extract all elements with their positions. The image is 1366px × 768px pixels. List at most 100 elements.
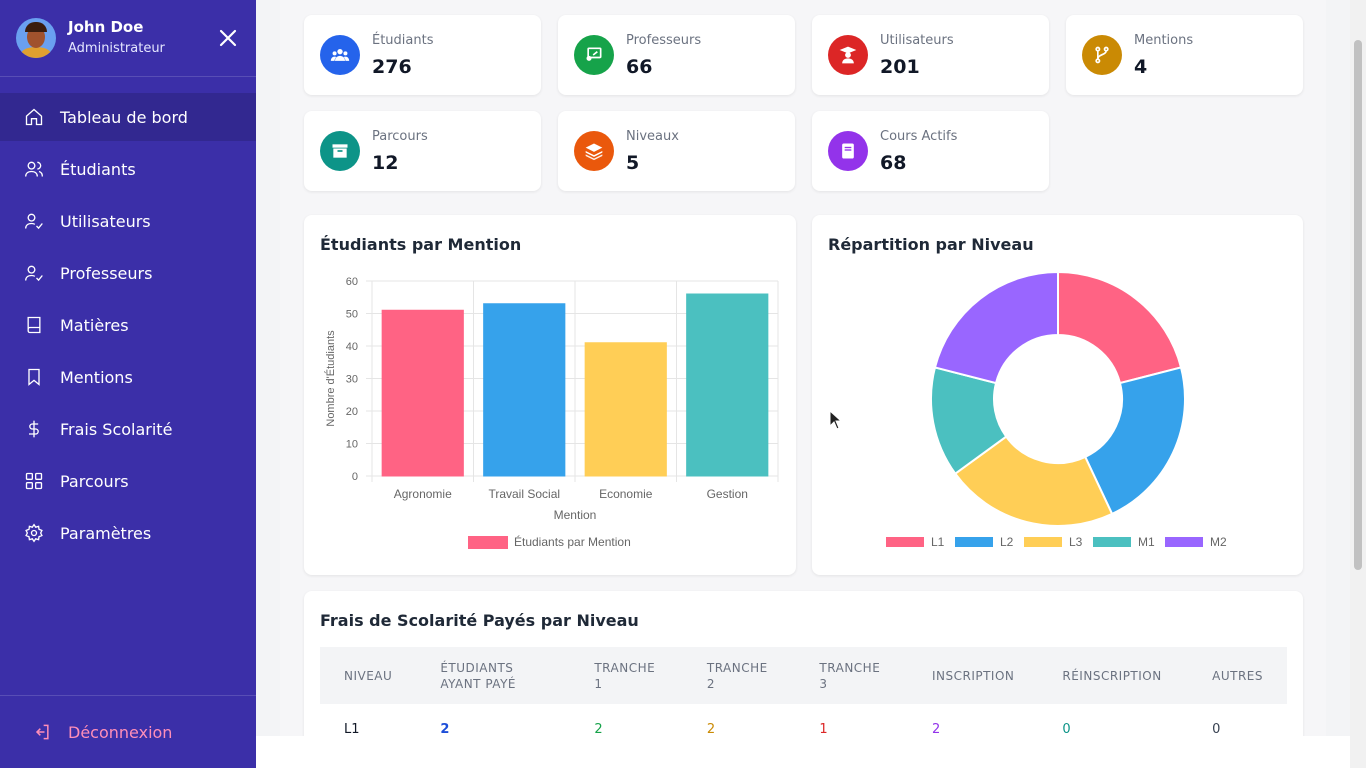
main-content: Étudiants 276 Professeurs 66 Utilisateur… <box>280 0 1326 768</box>
legend-swatch <box>886 537 924 547</box>
y-tick-label: 10 <box>346 439 358 451</box>
scrollbar[interactable] <box>1350 0 1366 768</box>
legend-label: M1 <box>1138 535 1155 549</box>
stat-value: 5 <box>626 152 640 174</box>
stat-card-students[interactable]: Étudiants 276 <box>304 15 541 95</box>
stat-label: Cours Actifs <box>880 129 958 144</box>
sidebar-item-fees[interactable]: Frais Scolarité <box>0 405 256 453</box>
sidebar-item-label: Étudiants <box>60 159 136 179</box>
fees-title: Frais de Scolarité Payés par Niveau <box>320 611 639 630</box>
legend-swatch <box>1165 537 1203 547</box>
pie-slice <box>1057 270 1183 385</box>
column-header: AUTRES <box>1212 668 1263 683</box>
x-tick-label: Economie <box>599 487 653 501</box>
column-header: TRANCHE 1 <box>594 660 656 691</box>
sidebar-item-label: Parcours <box>60 471 129 491</box>
bar <box>483 303 566 477</box>
logout-button[interactable]: Déconnexion <box>0 695 256 768</box>
stat-card-teachers[interactable]: Professeurs 66 <box>558 15 795 95</box>
users-icon <box>320 35 360 75</box>
branch-icon <box>1082 35 1122 75</box>
sidebar-item-label: Tableau de bord <box>60 107 188 127</box>
stat-label: Étudiants <box>372 33 434 48</box>
y-tick-label: 30 <box>346 374 358 386</box>
close-sidebar-button[interactable] <box>216 26 240 50</box>
bottom-strip <box>256 736 1366 768</box>
y-tick-label: 60 <box>346 276 358 288</box>
stat-label: Niveaux <box>626 129 679 144</box>
bar-chart: 0 10 20 30 40 50 60 Agronomie Travail Social Econ… <box>324 276 779 549</box>
sidebar-item-label: Paramètres <box>60 523 152 543</box>
pie-slice <box>933 270 1059 385</box>
sidebar-item-dashboard[interactable]: Tableau de bord <box>0 93 256 141</box>
sidebar-item-mentions[interactable]: Mentions <box>0 353 256 401</box>
archive-icon <box>320 131 360 171</box>
legend-label: Étudiants par Mention <box>514 534 631 549</box>
stat-label: Mentions <box>1134 33 1194 48</box>
sidebar-item-tracks[interactable]: Parcours <box>0 457 256 505</box>
stat-value: 201 <box>880 56 920 78</box>
sidebar-item-label: Mentions <box>60 367 133 387</box>
book-icon <box>828 131 868 171</box>
y-tick-label: 20 <box>346 406 358 418</box>
stat-value: 66 <box>626 56 653 78</box>
column-header: NIVEAU <box>344 668 393 683</box>
stat-value: 68 <box>880 152 907 174</box>
bar <box>686 293 769 477</box>
gear-icon <box>24 523 44 543</box>
book-icon <box>24 315 44 335</box>
home-icon <box>24 107 44 127</box>
x-tick-label: Agronomie <box>394 487 452 501</box>
bar <box>381 309 464 477</box>
sidebar-item-users[interactable]: Utilisateurs <box>0 197 256 245</box>
column-header: TRANCHE 3 <box>819 660 881 691</box>
user-profile: John Doe Administrateur <box>0 0 256 77</box>
bar-chart-panel: Étudiants par Mention 0 10 20 30 40 50 60 Agron… <box>304 215 796 575</box>
y-tick-label: 0 <box>352 471 358 483</box>
legend-label: L3 <box>1069 535 1083 549</box>
legend-label: L2 <box>1000 535 1014 549</box>
legend-label: M2 <box>1210 535 1227 549</box>
sidebar-item-label: Professeurs <box>60 263 153 283</box>
legend-swatch <box>955 537 993 547</box>
presentation-icon <box>574 35 614 75</box>
sidebar-nav: Tableau de bord Étudiants Utilisateurs P… <box>0 93 256 561</box>
column-header: INSCRIPTION <box>931 668 1015 683</box>
column-header: TRANCHE 2 <box>706 660 768 691</box>
stat-card-tracks[interactable]: Parcours 12 <box>304 111 541 191</box>
user-name: John Doe <box>68 18 144 36</box>
stat-label: Professeurs <box>626 33 702 48</box>
legend-swatch <box>1093 537 1131 547</box>
stat-value: 276 <box>372 56 412 78</box>
users-icon <box>24 159 44 179</box>
donut-chart-panel: Répartition par Niveau L1 L2 L3 M1 M2 <box>812 215 1303 575</box>
stat-label: Parcours <box>372 129 428 144</box>
logout-icon <box>32 722 52 742</box>
legend-swatch <box>1024 537 1062 547</box>
legend-swatch <box>468 536 508 549</box>
sidebar-item-settings[interactable]: Paramètres <box>0 509 256 557</box>
stat-card-active-courses[interactable]: Cours Actifs 68 <box>812 111 1049 191</box>
stat-card-levels[interactable]: Niveaux 5 <box>558 111 795 191</box>
stat-value: 12 <box>372 152 399 174</box>
column-header: RÉINSCRIPTION <box>1062 668 1162 683</box>
stat-card-mentions[interactable]: Mentions 4 <box>1066 15 1303 95</box>
x-axis-label: Mention <box>554 508 597 522</box>
sidebar-item-label: Utilisateurs <box>60 211 151 231</box>
x-tick-label: Travail Social <box>488 487 560 501</box>
dollar-icon <box>24 419 44 439</box>
sidebar-item-teachers[interactable]: Professeurs <box>0 249 256 297</box>
mouse-cursor-icon <box>829 410 843 430</box>
scrollbar-thumb[interactable] <box>1354 40 1362 570</box>
close-icon <box>219 29 237 47</box>
legend-label: L1 <box>931 535 945 549</box>
sidebar-item-subjects[interactable]: Matières <box>0 301 256 349</box>
sidebar-item-label: Matières <box>60 315 129 335</box>
user-role: Administrateur <box>68 41 165 56</box>
stat-card-users[interactable]: Utilisateurs 201 <box>812 15 1049 95</box>
column-header: ÉTUDIANTS AYANT PAYÉ <box>440 660 516 691</box>
y-tick-label: 40 <box>346 341 358 353</box>
logout-label: Déconnexion <box>68 722 173 742</box>
sidebar-item-students[interactable]: Étudiants <box>0 145 256 193</box>
sidebar-item-label: Frais Scolarité <box>60 419 173 439</box>
